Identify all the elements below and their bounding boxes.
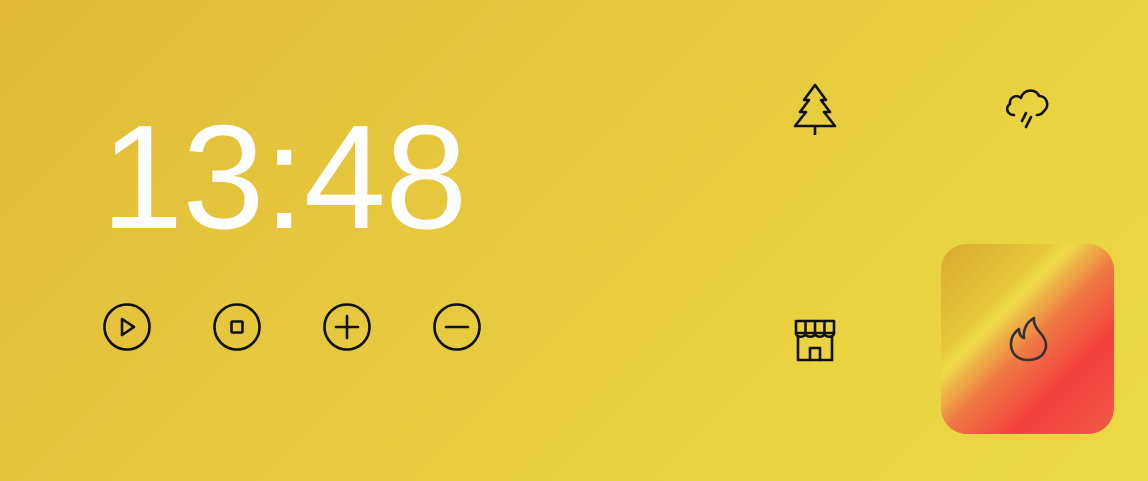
play-button[interactable] — [102, 302, 152, 352]
scene-rain-button[interactable] — [997, 78, 1057, 138]
stop-circle-icon — [213, 303, 261, 351]
flame-icon — [1009, 316, 1047, 362]
scene-shop-button[interactable] — [785, 309, 845, 369]
add-button[interactable] — [322, 302, 372, 352]
clock-display: 13:48 — [101, 95, 467, 260]
scene-forest-button[interactable] — [785, 78, 845, 138]
minus-circle-icon — [433, 303, 481, 351]
remove-button[interactable] — [432, 302, 482, 352]
stop-button[interactable] — [212, 302, 262, 352]
cloud-rain-icon — [1005, 89, 1049, 129]
tree-icon — [793, 83, 837, 135]
plus-circle-icon — [323, 303, 371, 351]
scene-fire-button[interactable] — [941, 244, 1114, 434]
play-circle-icon — [103, 303, 151, 351]
storefront-icon — [794, 319, 836, 362]
